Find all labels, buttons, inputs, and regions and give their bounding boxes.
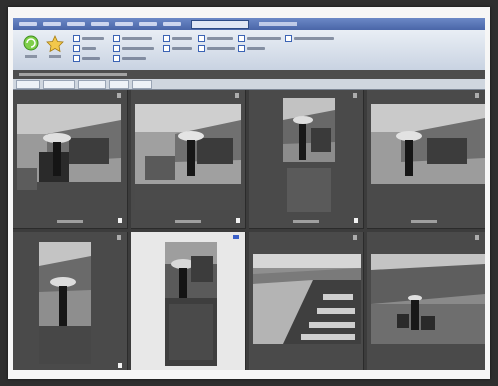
option[interactable] [113,44,154,52]
thumbnail-image [135,104,241,210]
thumbnail-grid [13,90,485,370]
thumbnail-image [371,104,485,210]
thumbnail-image [371,254,485,344]
tab[interactable] [16,79,40,89]
menu-item[interactable] [115,22,133,26]
image-number [117,93,121,98]
image-number [475,235,479,240]
image-number [235,93,239,98]
option[interactable] [163,34,192,42]
thumbnail-cell[interactable] [13,90,128,229]
option[interactable] [238,44,265,52]
option[interactable] [285,34,334,42]
status-badge [236,218,240,223]
thumbnail-image [39,242,91,364]
image-number [475,93,479,98]
option[interactable] [238,34,281,42]
menu-item[interactable] [163,22,181,26]
thumbnail-caption [293,220,319,223]
menu-item[interactable] [139,22,157,26]
tab[interactable] [109,79,129,89]
thumbnail-caption [175,220,201,223]
thumbnail-image [283,98,335,218]
option[interactable] [73,34,104,42]
tab[interactable] [78,79,106,89]
thumbnail-caption [411,220,437,223]
tab-bar [13,79,485,90]
tab[interactable] [132,79,152,89]
menu-item[interactable] [19,22,37,26]
refresh-button[interactable] [21,33,41,67]
thumbnail-image [17,104,121,210]
search-input[interactable] [191,19,249,29]
image-number [353,235,357,240]
thumbnail-cell[interactable] [367,232,485,370]
thumbnail-cell-selected[interactable] [131,232,246,370]
option[interactable] [198,34,233,42]
menu-bar [13,18,485,30]
option[interactable] [73,44,96,52]
option[interactable] [113,34,152,42]
toolbar-ribbon [13,30,485,71]
status-badge [354,218,358,223]
menu-item[interactable] [67,22,85,26]
thumbnail-cell[interactable] [131,90,246,229]
refresh-icon [23,35,39,58]
option[interactable] [198,44,235,52]
thumbnail-cell[interactable] [13,232,128,370]
path-bar [13,70,485,79]
selected-badge [233,235,239,239]
star-icon [46,35,64,58]
option[interactable] [113,54,146,62]
thumbnail-cell[interactable] [367,90,485,229]
status-badge [118,218,122,223]
thumbnail-caption [57,220,83,223]
image-number [117,235,121,240]
image-number [353,93,357,98]
tab[interactable] [43,79,75,89]
menu-extra[interactable] [259,22,297,26]
status-badge [118,363,122,368]
thumbnail-image [165,242,217,366]
image-browser-window [13,18,485,370]
path-text [19,73,127,76]
thumbnail-cell[interactable] [249,232,364,370]
menu-item[interactable] [91,22,109,26]
menu-item[interactable] [43,22,61,26]
option[interactable] [163,44,192,52]
thumbnail-cell[interactable] [249,90,364,229]
favorite-button[interactable] [45,33,65,67]
thumbnail-image [253,254,361,344]
option[interactable] [73,54,100,62]
